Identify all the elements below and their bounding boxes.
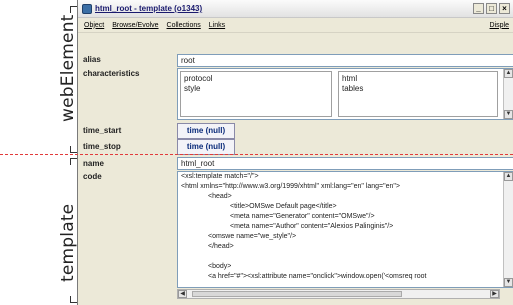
menu-collections[interactable]: Collections [167, 22, 201, 29]
alias-label: alias [83, 55, 101, 64]
characteristics-box: protocol style html tables ▲ ▼ [177, 68, 513, 120]
webelement-annotation: webElement [58, 14, 78, 122]
scroll-left-icon[interactable]: ◀ [178, 290, 187, 298]
time-stop-button[interactable]: time (null) [177, 139, 235, 155]
menu-browse-evolve[interactable]: Browse/Evolve [112, 22, 158, 29]
code-line: <omswe name="we_style"/> [208, 233, 297, 240]
template-bracket-bottom [70, 296, 77, 303]
template-bracket-top [70, 158, 77, 165]
characteristic-tables[interactable]: tables [342, 84, 494, 94]
title-bar: html_root - template (o1343) _ □ × [78, 0, 513, 18]
name-field[interactable]: html_root [177, 157, 513, 170]
code-line: <xsl:template match="/"> [181, 173, 259, 180]
code-label: code [83, 172, 102, 181]
webelement-bracket-top [70, 6, 77, 13]
time-stop-label: time_stop [83, 142, 121, 151]
minimize-button[interactable]: _ [473, 3, 484, 14]
characteristic-protocol[interactable]: protocol [184, 74, 328, 84]
scroll-thumb[interactable] [192, 291, 402, 297]
code-vertical-scrollbar[interactable]: ▲ ▼ [503, 172, 513, 287]
scroll-right-icon[interactable]: ▶ [490, 290, 499, 298]
menu-object[interactable]: Object [84, 22, 104, 29]
code-line: <meta name="Author" content="Alexios Pal… [230, 223, 394, 230]
characteristics-list-right[interactable]: html tables [338, 71, 498, 117]
menu-display[interactable]: Disple [490, 22, 509, 29]
scroll-up-icon[interactable]: ▲ [504, 69, 513, 78]
code-line: <body> [208, 263, 232, 270]
time-start-label: time_start [83, 126, 122, 135]
name-value: html_root [181, 159, 215, 168]
window-title: html_root - template (o1343) [95, 4, 203, 13]
webelement-bracket-bottom [70, 146, 77, 153]
template-annotation: template [58, 203, 78, 282]
section-divider [0, 154, 513, 155]
window-controls: _ □ × [473, 3, 513, 14]
menu-links[interactable]: Links [209, 22, 225, 29]
characteristics-scrollbar[interactable]: ▲ ▼ [503, 69, 513, 119]
app-icon [82, 3, 92, 14]
characteristics-list-left[interactable]: protocol style [180, 71, 332, 117]
name-label: name [83, 159, 104, 168]
maximize-button[interactable]: □ [486, 3, 497, 14]
alias-field[interactable]: root [177, 54, 513, 67]
code-editor[interactable]: <xsl:template match="/"> <html xmlns="ht… [177, 171, 513, 288]
characteristic-html[interactable]: html [342, 74, 494, 84]
code-line: <a href="#"><xsl:attribute name="onclick… [208, 273, 427, 280]
code-horizontal-scrollbar[interactable]: ◀ ▶ [177, 289, 500, 299]
scroll-down-icon[interactable]: ▼ [504, 110, 513, 119]
code-line: <html xmlns="http://www.w3.org/1999/xhtm… [181, 183, 400, 190]
code-line: <title>OMSwe Default page</title> [230, 203, 337, 210]
close-button[interactable]: × [499, 3, 510, 14]
code-line: <head> [208, 193, 232, 200]
code-line: <meta name="Generator" content="OMSwe"/> [230, 213, 375, 220]
alias-value: root [181, 56, 195, 65]
code-line: </head> [208, 243, 234, 250]
app-window: html_root - template (o1343) _ □ × Objec… [77, 0, 513, 305]
characteristic-style[interactable]: style [184, 84, 328, 94]
menu-bar: Object Browse/Evolve Collections Links D… [78, 18, 513, 33]
scroll-down-icon[interactable]: ▼ [504, 278, 513, 287]
scroll-up-icon[interactable]: ▲ [504, 172, 513, 181]
time-start-button[interactable]: time (null) [177, 123, 235, 139]
characteristics-label: characteristics [83, 69, 140, 78]
